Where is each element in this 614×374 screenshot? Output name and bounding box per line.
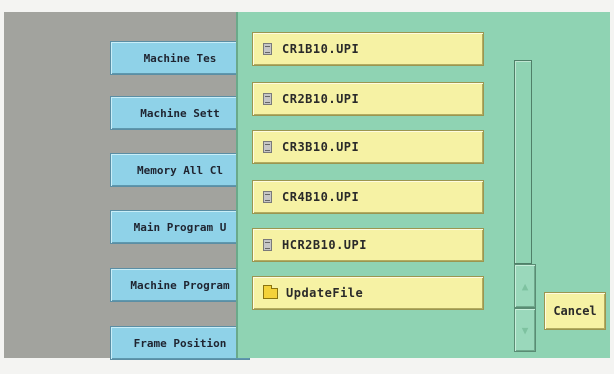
file-name: HCR2B10.UPI <box>282 238 367 252</box>
file-name: CR4B10.UPI <box>282 190 360 204</box>
cancel-button[interactable]: Cancel <box>544 292 606 330</box>
file-icon <box>263 93 272 105</box>
file-item-cr1b10[interactable]: CR1B10.UPI <box>252 32 484 66</box>
file-icon <box>263 141 272 153</box>
menu-item-label: Machine Tes <box>143 51 217 65</box>
menu-item-label: Machine Program <box>130 278 230 292</box>
frame-position-button[interactable]: Frame Position <box>110 326 250 360</box>
up-arrow-icon: ▲ <box>521 279 529 293</box>
menu-item-label: Memory All Cl <box>136 163 224 177</box>
scrollbar-track[interactable] <box>514 60 532 264</box>
menu-item-label: Machine Sett <box>140 106 220 120</box>
folder-icon <box>263 284 278 299</box>
machine-program-button[interactable]: Machine Program <box>110 268 250 302</box>
file-item-hcr2b10[interactable]: HCR2B10.UPI <box>252 228 484 262</box>
file-icon <box>263 191 272 203</box>
file-item-cr4b10[interactable]: CR4B10.UPI <box>252 180 484 214</box>
file-name: CR2B10.UPI <box>282 92 360 106</box>
menu-item-label: Frame Position <box>133 336 227 350</box>
scroll-down-button[interactable]: ▼ <box>514 308 536 352</box>
folder-name: UpdateFile <box>286 286 364 300</box>
file-item-cr2b10[interactable]: CR2B10.UPI <box>252 82 484 116</box>
memory-all-clear-button[interactable]: Memory All Cl <box>110 153 250 187</box>
file-select-dialog: CR1B10.UPI CR2B10.UPI CR3B10.UPI CR4B10.… <box>236 12 610 358</box>
file-item-cr3b10[interactable]: CR3B10.UPI <box>252 130 484 164</box>
file-name: CR3B10.UPI <box>282 140 360 154</box>
machine-test-button[interactable]: Machine Tes <box>110 41 250 75</box>
main-program-update-button[interactable]: Main Program U <box>110 210 250 244</box>
file-icon <box>263 43 272 55</box>
folder-item-updatefile[interactable]: UpdateFile <box>252 276 484 310</box>
scroll-up-button[interactable]: ▲ <box>514 264 536 308</box>
down-arrow-icon: ▼ <box>521 323 529 337</box>
cancel-label: Cancel <box>553 304 597 318</box>
file-name: CR1B10.UPI <box>282 42 360 56</box>
machine-settings-button[interactable]: Machine Sett <box>110 96 250 130</box>
menu-item-label: Main Program U <box>133 220 227 234</box>
file-icon <box>263 239 272 251</box>
